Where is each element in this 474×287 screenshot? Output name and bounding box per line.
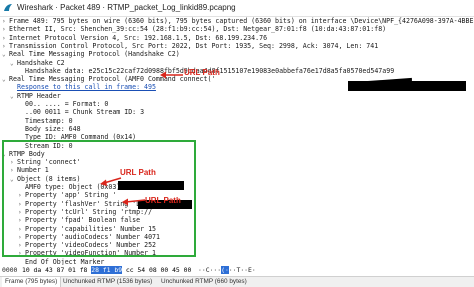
bytes-tab-bar: Frame (795 bytes) Unchunked RTMP (1536 b…	[0, 276, 474, 287]
tree-row-label: RTMP Header	[17, 91, 61, 100]
window-title: Wireshark · Packet 489 · RTMP_packet_Log…	[17, 3, 236, 12]
tree-row-label: Frame 489: 795 bytes on wire (6360 bits)…	[9, 17, 474, 25]
title-bar: Wireshark · Packet 489 · RTMP_packet_Log…	[0, 0, 474, 17]
tree-row-label: End Of Object Marker	[25, 257, 105, 265]
tree-row-label: Internet Protocol Version 4, Src: 192.16…	[9, 33, 268, 42]
expanded-chevron-icon[interactable]: ⌄	[2, 50, 9, 59]
tree-row-label: ..00 0011 = Chunk Stream ID: 3	[25, 108, 145, 117]
hex-ascii[interactable]: ··C···(···T··E·	[198, 266, 256, 275]
wireshark-fin-icon	[4, 4, 12, 11]
ascii-selected: (·	[221, 266, 229, 274]
hex-dump-row[interactable]: 0000 10 da 43 87 01 f8 28 f1 b9 cc 54 08…	[0, 266, 474, 275]
tree-row[interactable]: End Of Object Marker	[18, 258, 104, 265]
expanded-chevron-icon[interactable]: ⌄	[2, 75, 9, 84]
response-frame-link[interactable]: Response to this call in frame: 495	[17, 83, 156, 91]
ascii-before: ··C···	[198, 266, 222, 274]
hex-bytes-selected: 28 f1 b9	[91, 266, 123, 274]
hex-bytes-before: 10 da 43 87 01 f8	[22, 266, 92, 274]
expanded-chevron-icon[interactable]: ⌄	[10, 59, 17, 68]
rtmp-body-highlight-box	[2, 140, 196, 257]
ascii-after: ··T··E·	[228, 266, 256, 274]
annotation-arrow-icon	[160, 71, 183, 79]
hex-bytes[interactable]: 10 da 43 87 01 f8 28 f1 b9 cc 54 08 00 4…	[22, 266, 191, 275]
tree-row-label: Transmission Control Protocol, Src Port:…	[9, 41, 379, 50]
hex-offset: 0000	[2, 266, 18, 274]
tree-row-label: Ethernet II, Src: Shenchen_39:cc:54 (28:…	[9, 25, 387, 34]
hex-bytes-after: cc 54 08 00 45 00	[122, 266, 192, 274]
tree-row-label: Timestamp: 0	[25, 116, 73, 125]
tree-row-label: 00.. .... = Format: 0	[25, 100, 109, 108]
url-path-annotation: URL Path	[184, 68, 220, 77]
tree-row-label: Handshake C2	[17, 58, 65, 67]
tree-row-label: Body size: 648	[25, 124, 81, 133]
expanded-chevron-icon[interactable]: ⌄	[10, 92, 17, 101]
tree-row-label: Real Time Messaging Protocol (Handshake …	[9, 50, 180, 59]
